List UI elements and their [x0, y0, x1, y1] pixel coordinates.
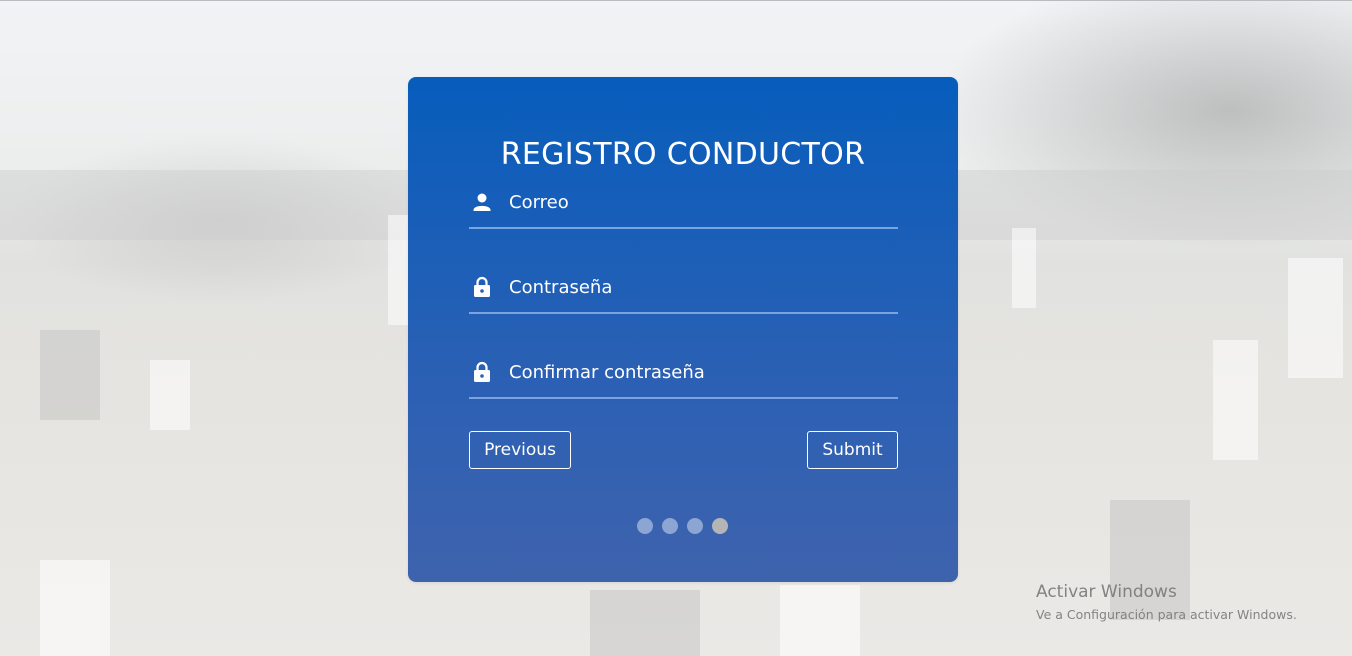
- step-dot-2: [662, 518, 678, 534]
- step-indicator: [637, 518, 737, 534]
- form-title: REGISTRO CONDUCTOR: [500, 137, 866, 172]
- driver-registration-card: REGISTRO CONDUCTOR Correo Previous Submi…: [408, 77, 958, 582]
- confirm-password-input[interactable]: [509, 357, 889, 387]
- windows-activation-watermark: Activar Windows Ve a Configuración para …: [1036, 581, 1297, 625]
- password-field-row: [469, 272, 898, 314]
- window-top-border: [0, 0, 1352, 1]
- step-dot-3: [687, 518, 703, 534]
- step-dot-4: [712, 518, 728, 534]
- step-dot-1: [637, 518, 653, 534]
- user-icon: [472, 191, 492, 213]
- previous-button[interactable]: Previous: [469, 431, 571, 469]
- email-field-row: [469, 187, 898, 229]
- confirm-password-field-row: [469, 357, 898, 399]
- watermark-subtitle: Ve a Configuración para activar Windows.: [1036, 607, 1297, 622]
- lock-icon: [472, 276, 492, 298]
- password-input[interactable]: [509, 272, 889, 302]
- submit-button[interactable]: Submit: [807, 431, 898, 469]
- lock-icon: [472, 361, 492, 383]
- watermark-title: Activar Windows: [1036, 582, 1177, 602]
- email-input[interactable]: [509, 187, 889, 217]
